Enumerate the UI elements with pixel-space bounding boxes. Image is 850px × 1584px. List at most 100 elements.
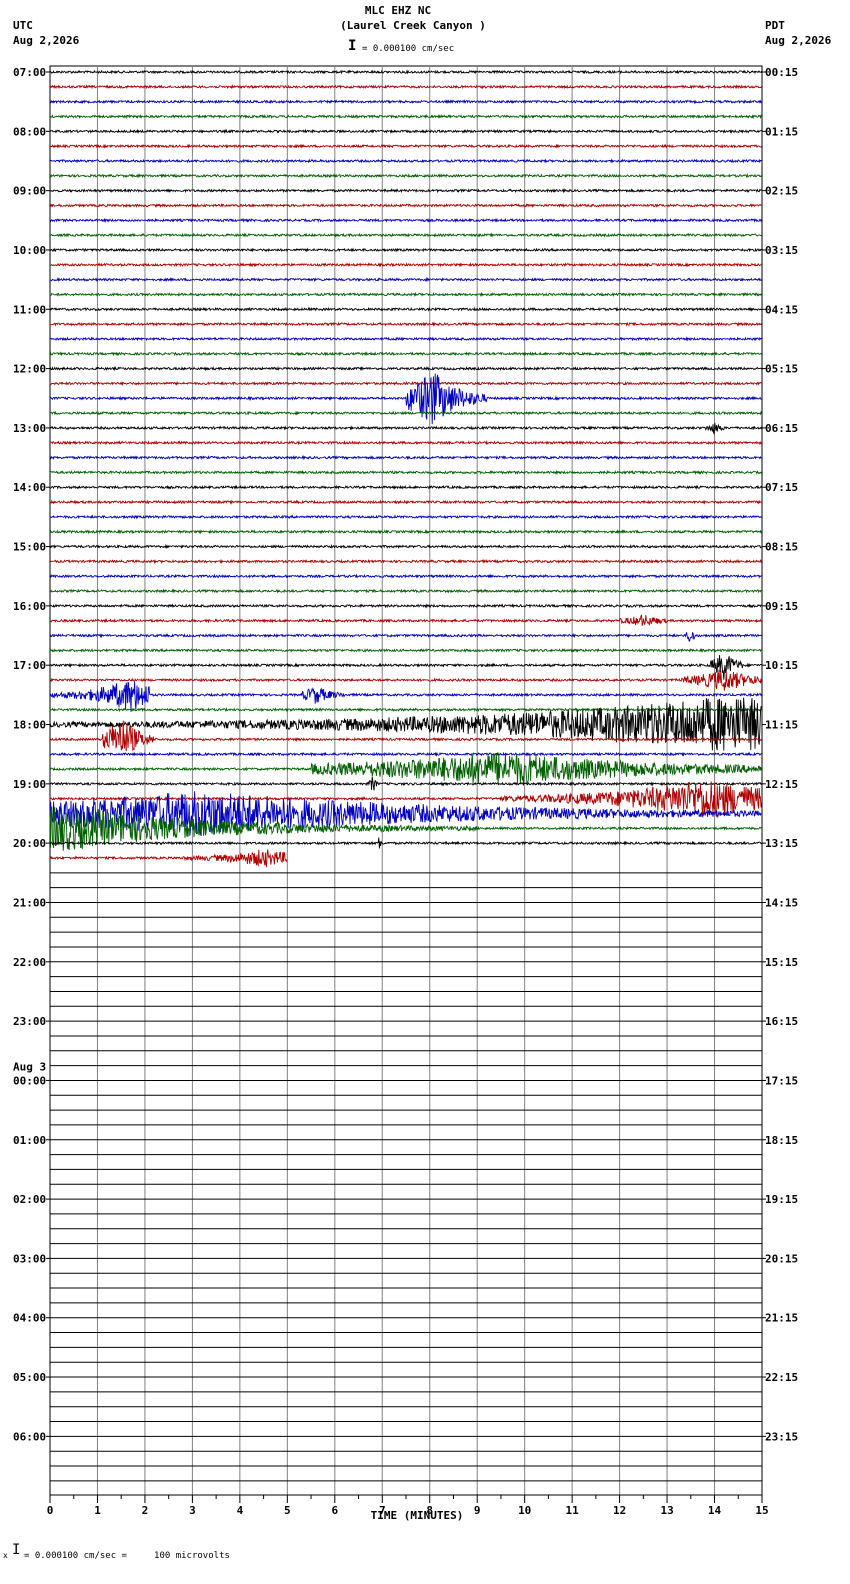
trace-row xyxy=(49,99,762,105)
x-tick-label: 0 xyxy=(47,1504,54,1517)
utc-hour-label: Aug 3 xyxy=(13,1060,46,1073)
trace-row xyxy=(50,558,763,565)
trace-row xyxy=(49,776,762,791)
trace-row xyxy=(49,410,763,416)
trace-row xyxy=(49,484,762,490)
x-tick-label: 12 xyxy=(613,1504,626,1517)
trace-row xyxy=(49,543,762,550)
trace-row xyxy=(49,336,762,342)
utc-hour-label: 20:00 xyxy=(13,837,46,850)
trace-row xyxy=(49,380,762,387)
trace-row xyxy=(49,351,762,357)
footer-marker: x xyxy=(3,1551,8,1560)
x-axis-title: TIME (MINUTES) xyxy=(370,1509,464,1522)
trace-row xyxy=(49,588,762,594)
trace-row xyxy=(49,143,762,149)
trace-row xyxy=(49,681,763,712)
trace-row xyxy=(49,203,762,208)
utc-hour-label: 19:00 xyxy=(13,778,46,791)
x-tick-label: 10 xyxy=(518,1504,531,1517)
pdt-hour-label: 20:15 xyxy=(765,1252,798,1265)
pdt-hour-label: 08:15 xyxy=(765,541,798,554)
pdt-hour-label: 06:15 xyxy=(765,422,798,435)
seismogram-plot: 07:00 08:00 09:00 10:00 11:00 12:00 13:00 14:00… xyxy=(13,65,798,1517)
x-tick-label: 2 xyxy=(142,1504,149,1517)
trace-row xyxy=(49,321,763,327)
trace-row xyxy=(49,469,763,476)
x-tick-label: 4 xyxy=(237,1504,244,1517)
utc-hour-label: 09:00 xyxy=(13,185,46,198)
utc-hour-label: 21:00 xyxy=(13,897,46,910)
utc-hour-label: 11:00 xyxy=(13,303,46,316)
x-tick-label: 11 xyxy=(565,1504,579,1517)
utc-hour-label: 22:00 xyxy=(13,956,46,969)
pdt-hour-label: 23:15 xyxy=(765,1430,798,1443)
pdt-hour-label: 03:15 xyxy=(765,244,798,257)
pdt-hour-label: 07:15 xyxy=(765,481,798,494)
utc-hour-label: 10:00 xyxy=(13,244,46,257)
pdt-hour-label: 01:15 xyxy=(765,125,798,138)
trace-row xyxy=(49,752,763,786)
pdt-hour-label: 18:15 xyxy=(765,1134,798,1147)
trace-row xyxy=(49,669,763,691)
utc-hour-label: 12:00 xyxy=(13,363,46,376)
trace-row xyxy=(49,751,762,757)
trace-row xyxy=(49,499,762,505)
pdt-hour-label: 02:15 xyxy=(765,185,798,198)
pdt-hour-label: 12:15 xyxy=(765,778,798,791)
trace-row xyxy=(49,647,762,653)
pdt-hour-label: 11:15 xyxy=(765,719,798,732)
trace-row xyxy=(49,217,763,224)
pdt-hour-label: 22:15 xyxy=(765,1371,798,1384)
pdt-hour-label: 14:15 xyxy=(765,897,798,910)
utc-hour-label: 14:00 xyxy=(13,481,46,494)
trace-row xyxy=(49,247,762,253)
trace-row xyxy=(49,654,762,680)
trace-row xyxy=(49,188,762,194)
x-tick-label: 13 xyxy=(660,1504,673,1517)
pdt-hour-label: 15:15 xyxy=(765,956,798,969)
utc-hour-label: 06:00 xyxy=(13,1430,46,1443)
trace-row xyxy=(49,113,763,120)
trace-row xyxy=(49,529,763,535)
utc-hour-label: 05:00 xyxy=(13,1371,46,1384)
utc-hour-label: 15:00 xyxy=(13,541,46,554)
trace-row xyxy=(49,614,762,626)
trace-row xyxy=(49,69,763,75)
utc-hour-label: 02:00 xyxy=(13,1193,46,1206)
x-tick-label: 3 xyxy=(189,1504,196,1517)
utc-hour-label: 07:00 xyxy=(13,66,46,79)
trace-row xyxy=(49,84,762,90)
pdt-hour-label: 00:15 xyxy=(765,66,798,79)
x-tick-label: 1 xyxy=(94,1504,101,1517)
utc-hour-label: 00:00 xyxy=(13,1074,46,1087)
trace-row xyxy=(49,514,762,520)
x-tick-label: 14 xyxy=(708,1504,722,1517)
utc-hour-label: 13:00 xyxy=(13,422,46,435)
x-tick-label: 6 xyxy=(331,1504,338,1517)
trace-row xyxy=(49,232,762,238)
utc-hour-label: 08:00 xyxy=(13,125,46,138)
pdt-hour-label: 09:15 xyxy=(765,600,798,613)
trace-row xyxy=(49,573,762,579)
utc-hour-label: 18:00 xyxy=(13,719,46,732)
pdt-hour-label: 21:15 xyxy=(765,1312,798,1325)
trace-row xyxy=(49,837,762,849)
pdt-hour-label: 10:15 xyxy=(765,659,798,672)
trace-row xyxy=(49,697,762,751)
trace-row xyxy=(49,603,762,609)
pdt-hour-label: 16:15 xyxy=(765,1015,798,1028)
trace-row xyxy=(49,262,762,268)
trace-row xyxy=(49,632,762,642)
trace-row xyxy=(49,173,762,179)
x-tick-label: 9 xyxy=(474,1504,481,1517)
footer-scale-bar-icon: I xyxy=(12,1542,21,1558)
pdt-hour-label: 17:15 xyxy=(765,1074,798,1087)
utc-hour-label: 04:00 xyxy=(13,1312,46,1325)
trace-row xyxy=(49,276,762,283)
trace-row xyxy=(49,291,762,298)
trace-row xyxy=(49,365,762,372)
x-tick-label: 15 xyxy=(755,1504,768,1517)
utc-hour-label: 01:00 xyxy=(13,1134,46,1147)
pdt-hour-label: 05:15 xyxy=(765,363,798,376)
